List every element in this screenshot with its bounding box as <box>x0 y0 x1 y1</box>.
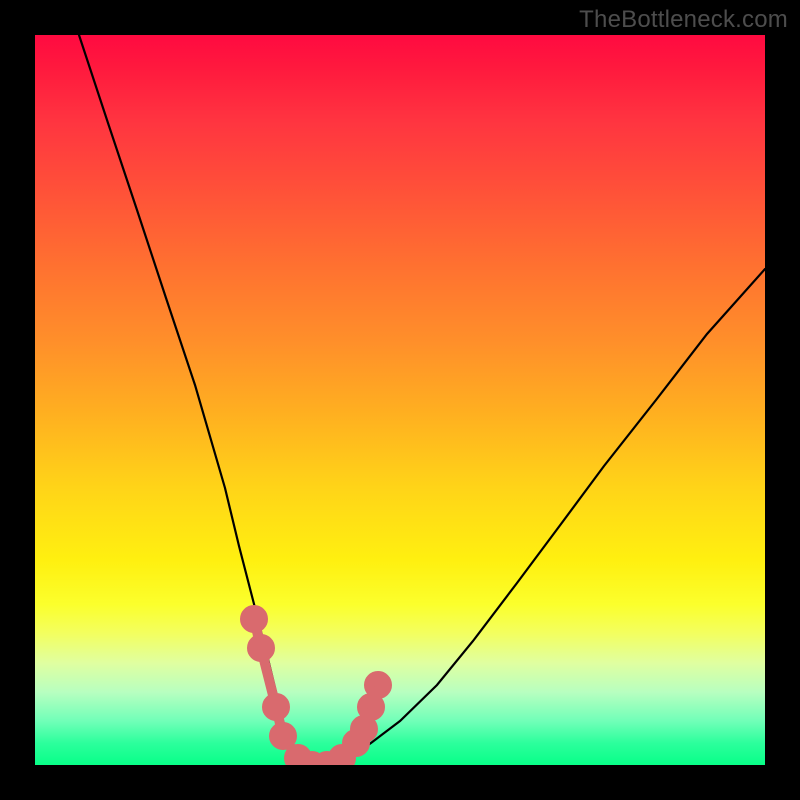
curve-layer <box>35 35 765 765</box>
highlighted-points <box>245 610 387 765</box>
plot-area <box>35 35 765 765</box>
chart-frame: TheBottleneck.com <box>0 0 800 800</box>
bottleneck-curve <box>79 35 765 765</box>
watermark-text: TheBottleneck.com <box>579 6 788 34</box>
